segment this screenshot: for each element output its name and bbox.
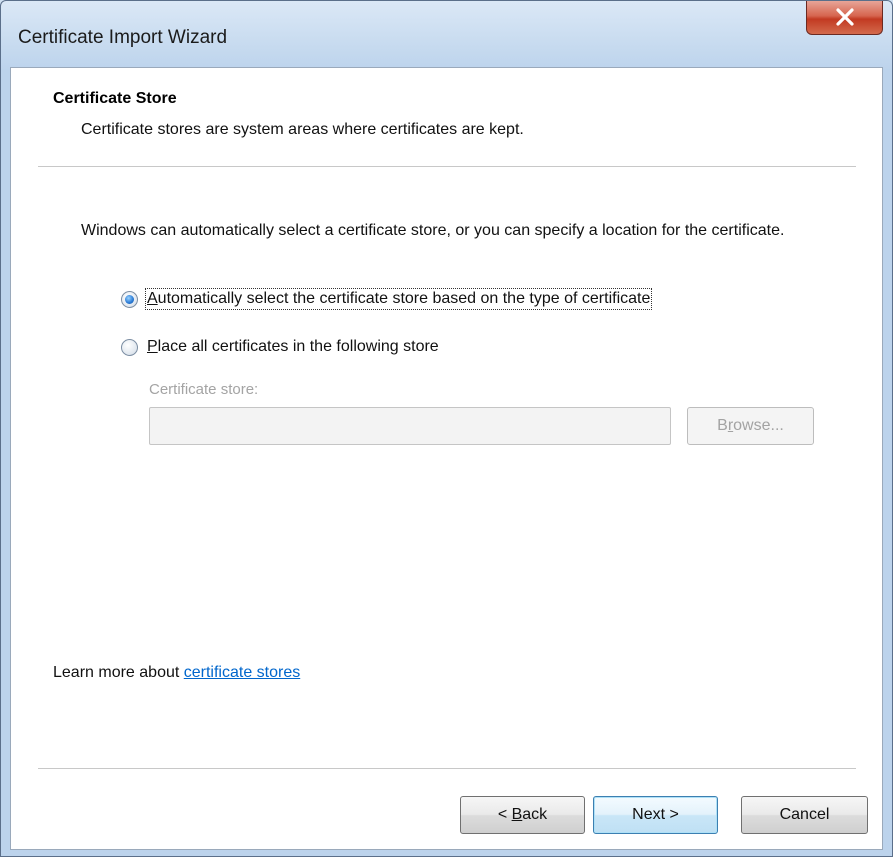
- radio-button-checked[interactable]: [121, 291, 138, 308]
- description-text: Windows can automatically select a certi…: [81, 222, 785, 239]
- radio-button-unchecked[interactable]: [121, 339, 138, 356]
- title-bar[interactable]: Certificate Import Wizard: [1, 1, 892, 67]
- certificate-stores-link[interactable]: certificate stores: [184, 664, 300, 681]
- page-subtitle: Certificate stores are system areas wher…: [81, 121, 524, 138]
- learn-more-text: Learn more about certificate stores: [53, 664, 301, 681]
- radio-auto-select-label[interactable]: Automatically select the certificate sto…: [144, 288, 653, 310]
- certificate-store-field[interactable]: [149, 407, 671, 445]
- back-button[interactable]: < Back: [460, 796, 585, 834]
- radio-place-in-store-label[interactable]: Place all certificates in the following …: [147, 338, 439, 356]
- page-title: Certificate Store: [53, 90, 177, 107]
- certificate-import-wizard-window: Certificate Import Wizard Certificate St…: [0, 0, 893, 857]
- cancel-button[interactable]: Cancel: [741, 796, 868, 834]
- header-divider: [38, 166, 856, 167]
- close-button[interactable]: [806, 1, 883, 35]
- browse-button[interactable]: Browse...: [687, 407, 814, 445]
- window-title: Certificate Import Wizard: [18, 27, 228, 48]
- wizard-page: Certificate Store Certificate stores are…: [10, 67, 883, 850]
- next-button[interactable]: Next >: [593, 796, 718, 834]
- footer-divider: [38, 768, 856, 769]
- certificate-store-label: Certificate store:: [149, 381, 259, 398]
- close-icon: [836, 8, 854, 26]
